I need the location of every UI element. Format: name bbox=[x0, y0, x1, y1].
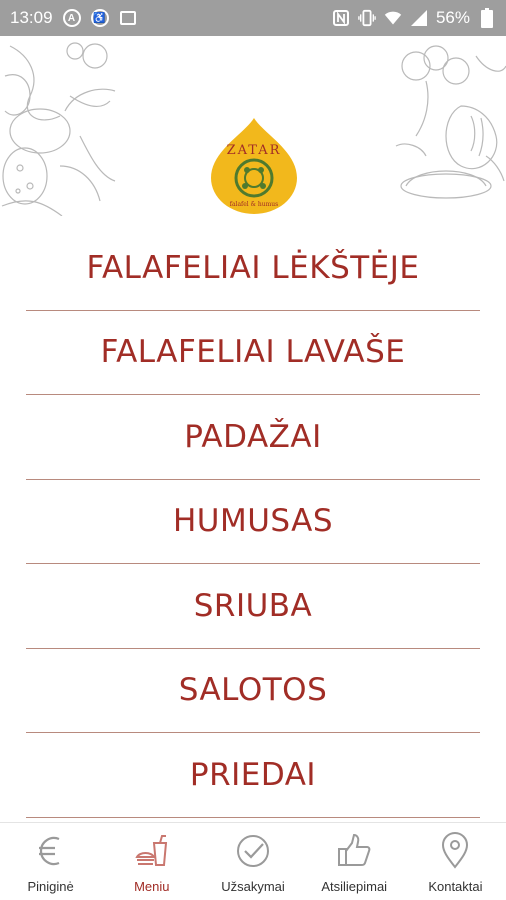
menu-item-label: PADAŽAI bbox=[184, 418, 322, 455]
menu-list: FALAFELIAI LĖKŠTĖJE FALAFELIAI LAVAŠE PA… bbox=[0, 226, 506, 818]
menu-item-humusas[interactable]: HUMUSAS bbox=[26, 480, 480, 564]
signal-icon bbox=[410, 9, 428, 27]
battery-percent: 56% bbox=[435, 8, 470, 27]
nav-label: Atsiliepimai bbox=[321, 879, 388, 894]
menu-item-label: PRIEDAI bbox=[189, 756, 317, 793]
menu-item-label: FALAFELIAI LAVAŠE bbox=[100, 334, 406, 371]
nav-label: Užsakymai bbox=[221, 879, 285, 894]
nav-item-meniu[interactable]: Meniu bbox=[101, 823, 202, 900]
bottom-nav: Piniginė Meniu Užsakymai Atsiliepimai Ko… bbox=[0, 822, 506, 900]
menu-item-sriuba[interactable]: SRIUBA bbox=[26, 564, 480, 649]
nav-label: Meniu bbox=[134, 879, 170, 894]
nfc-icon bbox=[332, 9, 350, 27]
menu-item-label: SRIUBA bbox=[193, 587, 313, 624]
menu-item-label: HUMUSAS bbox=[172, 503, 334, 540]
thumbs-up-icon bbox=[338, 833, 371, 866]
menu-item-label: SALOTOS bbox=[178, 672, 328, 709]
menu-item-falafeliai-lekstéje[interactable]: FALAFELIAI LĖKŠTĖJE bbox=[26, 226, 480, 311]
header: ZATAR falafel & humus bbox=[0, 36, 506, 216]
nav-label: Piniginė bbox=[27, 879, 74, 894]
zatar-logo: ZATAR falafel & humus bbox=[211, 118, 297, 214]
nav-item-atsiliepimai[interactable]: Atsiliepimai bbox=[304, 823, 405, 900]
svg-text:falafel & humus: falafel & humus bbox=[230, 201, 279, 208]
accessibility-icon: ♿ bbox=[90, 9, 109, 27]
vibrate-icon bbox=[358, 9, 376, 27]
check-badge-icon bbox=[237, 835, 269, 867]
vegetable-illustration-left bbox=[1, 42, 116, 216]
nav-item-pinigine[interactable]: Piniginė bbox=[0, 823, 101, 900]
menu-item-label: FALAFELIAI LĖKŠTĖJE bbox=[86, 249, 420, 286]
status-time: 13:09 bbox=[10, 8, 53, 27]
nav-item-uzsakymai[interactable]: Užsakymai bbox=[202, 823, 303, 900]
battery-icon bbox=[478, 8, 496, 28]
menu-item-falafeliai-lavase[interactable]: FALAFELIAI LAVAŠE bbox=[26, 311, 480, 395]
nav-item-kontaktai[interactable]: Kontaktai bbox=[405, 823, 506, 900]
food-drink-icon bbox=[135, 835, 167, 866]
vegetable-illustration-right bbox=[395, 45, 506, 199]
menu-item-priedai[interactable]: PRIEDAI bbox=[26, 733, 480, 818]
status-bar: 13:09 A ♿ 56% bbox=[0, 0, 506, 36]
a-circle-icon: A bbox=[62, 9, 81, 27]
euro-icon bbox=[38, 836, 60, 866]
location-pin-icon bbox=[442, 832, 469, 869]
svg-text:ZATAR: ZATAR bbox=[227, 143, 282, 158]
menu-item-salotos[interactable]: SALOTOS bbox=[26, 649, 480, 733]
wifi-icon bbox=[384, 9, 402, 27]
menu-item-padazai[interactable]: PADAŽAI bbox=[26, 395, 480, 480]
nav-label: Kontaktai bbox=[428, 879, 483, 894]
image-icon bbox=[119, 9, 137, 27]
